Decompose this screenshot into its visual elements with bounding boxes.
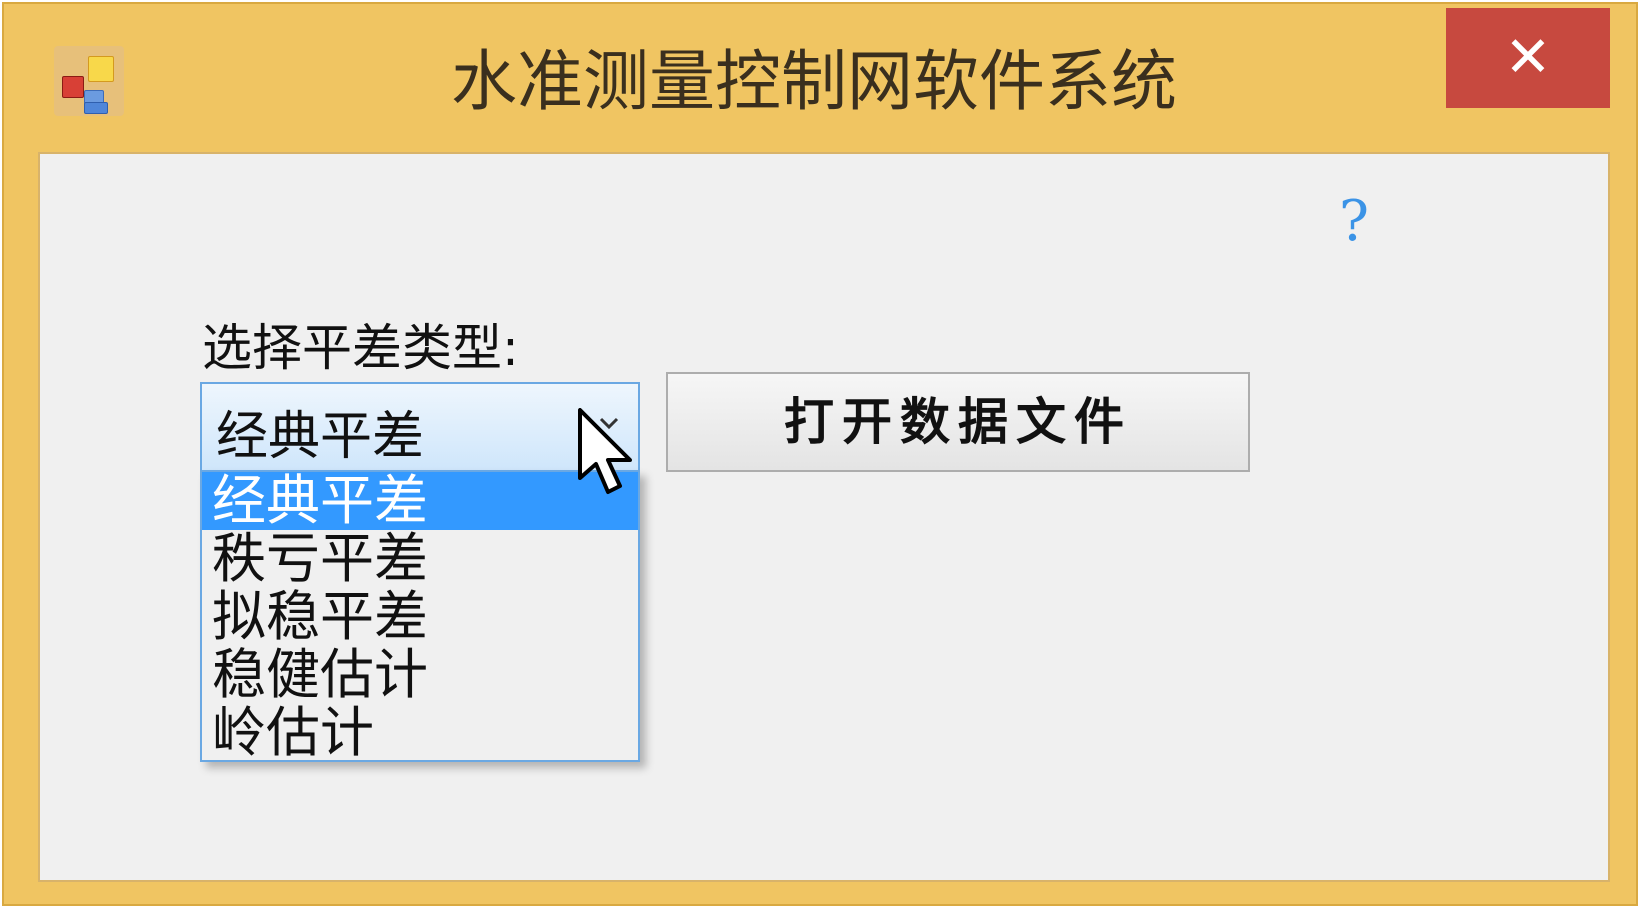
adjustment-type-label: 选择平差类型:: [202, 319, 519, 377]
close-icon: ✕: [1504, 25, 1552, 90]
app-icon: [54, 46, 124, 116]
window-title: 水准测量控制网软件系统: [451, 43, 1177, 120]
mouse-cursor-icon: [578, 408, 632, 494]
client-area: ? 选择平差类型: 经典平差 经典平差 秩亏平差 拟稳平差 稳健估计 岭估计 打…: [38, 152, 1610, 882]
adjustment-type-dropdown-list: 经典平差 秩亏平差 拟稳平差 稳健估计 岭估计: [200, 470, 640, 762]
dropdown-option-ridge[interactable]: 岭估计: [202, 704, 638, 761]
dropdown-option-classic[interactable]: 经典平差: [202, 472, 638, 530]
app-window: 水准测量控制网软件系统 ✕ ? 选择平差类型: 经典平差 经典平差 秩亏平差 拟…: [2, 2, 1638, 906]
dropdown-option-quasi-stable[interactable]: 拟稳平差: [202, 588, 638, 646]
app-icon-red-square: [62, 76, 84, 98]
app-icon-blue-square-lower: [84, 102, 108, 114]
app-icon-yellow-square: [88, 56, 114, 82]
combobox-selected-value: 经典平差: [216, 407, 425, 467]
dropdown-option-rank-deficient[interactable]: 秩亏平差: [202, 530, 638, 588]
close-button[interactable]: ✕: [1446, 8, 1610, 108]
help-icon[interactable]: ?: [1334, 192, 1374, 252]
title-bar: 水准测量控制网软件系统 ✕: [4, 4, 1636, 154]
dropdown-option-robust[interactable]: 稳健估计: [202, 646, 638, 704]
open-data-file-button[interactable]: 打开数据文件: [666, 372, 1250, 472]
adjustment-type-combobox[interactable]: 经典平差: [200, 382, 640, 472]
